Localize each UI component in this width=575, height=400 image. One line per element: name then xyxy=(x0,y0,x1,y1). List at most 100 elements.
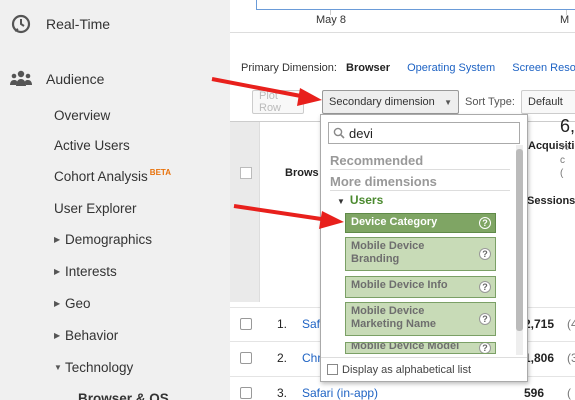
triangle-right-icon: ▶ xyxy=(54,267,61,276)
checkbox-column xyxy=(230,122,260,302)
x-axis-label: M xyxy=(560,14,570,26)
secondary-dimension-label: Secondary dimension xyxy=(329,96,435,108)
triangle-down-icon: ▼ xyxy=(337,197,345,206)
dimension-option-mobile-device-model[interactable]: Mobile Device Model ? xyxy=(345,342,496,354)
triangle-right-icon: ▶ xyxy=(54,235,61,244)
sidebar-item-geo[interactable]: ▶ Geo xyxy=(54,296,91,311)
secondary-dimension-button[interactable]: Secondary dimension ▼ xyxy=(322,90,459,114)
sidebar-item-cohort-analysis[interactable]: Cohort Analysis BETA xyxy=(54,168,171,184)
dimension-option-label: Mobile Device Branding xyxy=(351,240,425,265)
row-number: 1. xyxy=(277,317,288,331)
select-all-checkbox[interactable] xyxy=(240,167,252,179)
more-dimensions-heading[interactable]: More dimensions xyxy=(330,174,437,189)
triangle-right-icon: ▶ xyxy=(54,299,61,308)
alphabetical-checkbox[interactable] xyxy=(327,364,338,375)
clock-icon xyxy=(10,13,32,35)
help-icon[interactable]: ? xyxy=(479,248,491,260)
divider xyxy=(330,190,510,191)
row-checkbox[interactable] xyxy=(240,387,252,399)
divider xyxy=(230,32,575,33)
help-icon[interactable]: ? xyxy=(479,313,491,325)
sidebar-item-label: Browser & OS xyxy=(78,391,169,400)
dropdown-scrollbar[interactable] xyxy=(516,145,523,355)
row-checkbox[interactable] xyxy=(240,352,252,364)
x-axis-label: May 8 xyxy=(316,14,346,26)
primary-dimension-current: Browser xyxy=(346,62,391,74)
row-browser-link[interactable]: Safari (in-app) xyxy=(302,386,378,400)
row-percent: (3 xyxy=(567,351,575,365)
sidebar-item-label: Overview xyxy=(54,108,111,123)
dimension-option-label: Mobile Device Model xyxy=(351,342,460,352)
alphabetical-toggle[interactable]: Display as alphabetical list xyxy=(321,357,527,381)
dimension-search-input[interactable] xyxy=(349,125,509,141)
dimension-option-mobile-device-marketing-name[interactable]: Mobile Device Marketing Name ? xyxy=(345,302,496,336)
sidebar-item-active-users[interactable]: Active Users xyxy=(54,138,130,153)
row-checkbox[interactable] xyxy=(240,318,252,330)
column-header-browser[interactable]: Brows xyxy=(285,167,319,179)
dimension-option-label: Device Category xyxy=(351,216,438,228)
column-header-sessions[interactable]: Sessions xyxy=(527,195,575,207)
sidebar-item-technology[interactable]: ▼ Technology xyxy=(54,360,133,375)
chart-area xyxy=(256,0,575,10)
dimension-link-screen[interactable]: Screen Resol xyxy=(512,62,575,74)
triangle-right-icon: ▶ xyxy=(54,331,61,340)
sidebar-item-label: Behavior xyxy=(65,328,119,343)
sidebar-item-browser-os[interactable]: Browser & OS xyxy=(78,391,169,400)
help-icon[interactable]: ? xyxy=(479,217,491,229)
sidebar-item-label: Geo xyxy=(65,296,91,311)
scrollbar-thumb[interactable] xyxy=(516,149,523,331)
sidebar-item-label: Active Users xyxy=(54,138,130,153)
dimension-search xyxy=(328,122,520,144)
help-icon[interactable]: ? xyxy=(479,281,491,293)
chevron-down-icon: ▼ xyxy=(444,97,452,107)
row-number: 2. xyxy=(277,351,288,365)
summary-percent-line-1: % c xyxy=(560,142,569,166)
nav-audience-label: Audience xyxy=(46,71,105,87)
sidebar-item-overview[interactable]: Overview xyxy=(54,108,110,123)
summary-percent: % c ( xyxy=(560,141,575,180)
sidebar-item-behavior[interactable]: ▶ Behavior xyxy=(54,328,118,343)
sidebar-item-label: Interests xyxy=(65,264,117,279)
dimension-option-device-category[interactable]: Device Category ? xyxy=(345,213,496,233)
sidebar-item-label: Cohort Analysis xyxy=(54,169,148,184)
dimension-option-label: Mobile Device Marketing Name xyxy=(351,305,436,330)
group-users-label: Users xyxy=(349,193,384,207)
row-sessions: 596 xyxy=(524,386,545,400)
sidebar-item-demographics[interactable]: ▶ Demographics xyxy=(54,232,152,247)
sidebar-item-interests[interactable]: ▶ Interests xyxy=(54,264,117,279)
beta-badge: BETA xyxy=(149,168,171,177)
dimension-link-os[interactable]: Operating System xyxy=(407,62,495,74)
sidebar: Real-Time Audience Overview Active Users… xyxy=(0,0,230,400)
summary-percent-line-2: ( xyxy=(560,168,564,179)
primary-dimension-label: Primary Dimension: xyxy=(241,62,337,74)
sort-type-value: Default xyxy=(528,96,563,108)
dimension-option-label: Mobile Device Info xyxy=(351,279,448,291)
summary-total: 6, xyxy=(560,116,575,136)
people-icon xyxy=(10,68,32,90)
divider xyxy=(330,169,510,170)
sort-type-select[interactable]: Default xyxy=(521,90,575,114)
row-browser-link[interactable]: Chr xyxy=(302,351,321,365)
dimension-option-mobile-device-branding[interactable]: Mobile Device Branding ? xyxy=(345,237,496,271)
sort-type-label: Sort Type: xyxy=(465,96,515,108)
row-number: 3. xyxy=(277,386,288,400)
primary-dimension-row: Primary Dimension: Browser Operating Sys… xyxy=(241,62,575,74)
sidebar-item-label: Demographics xyxy=(65,232,153,247)
nav-realtime-label: Real-Time xyxy=(46,16,111,32)
group-users[interactable]: ▼ Users xyxy=(337,193,383,207)
secondary-dimension-dropdown: Recommended More dimensions ▼ Users Devic… xyxy=(320,114,528,382)
triangle-down-icon: ▼ xyxy=(54,363,62,372)
nav-audience[interactable]: Audience xyxy=(10,68,104,90)
search-icon xyxy=(329,127,349,139)
plot-rows-button[interactable]: Plot Row xyxy=(252,90,304,114)
row-percent: (4 xyxy=(567,317,575,331)
sidebar-item-label: Technology xyxy=(65,360,134,375)
nav-realtime[interactable]: Real-Time xyxy=(10,13,110,35)
alphabetical-label: Display as alphabetical list xyxy=(342,363,472,376)
row-percent: ( xyxy=(567,386,571,400)
help-icon[interactable]: ? xyxy=(479,343,491,353)
row-sessions: 2,715 xyxy=(524,317,555,331)
dimension-option-mobile-device-info[interactable]: Mobile Device Info ? xyxy=(345,276,496,298)
sidebar-item-user-explorer[interactable]: User Explorer xyxy=(54,201,137,216)
recommended-heading[interactable]: Recommended xyxy=(330,153,423,168)
